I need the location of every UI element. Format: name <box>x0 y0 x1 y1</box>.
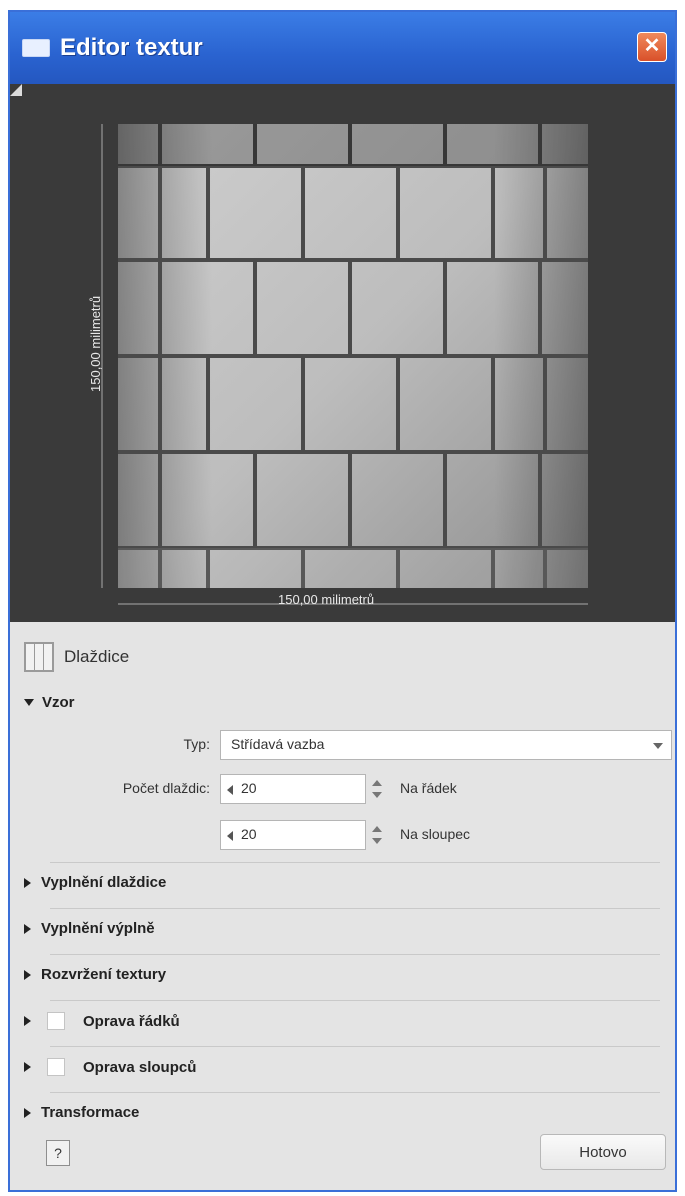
section-label: Oprava řádků <box>83 1012 180 1030</box>
width-dimension-label: 150,00 milimetrů <box>278 592 375 607</box>
type-label: Typ: <box>183 736 210 752</box>
rows-suffix-label: Na řádek <box>400 780 457 796</box>
chevron-down-icon <box>653 743 663 749</box>
collapsed-triangle-icon <box>24 969 31 980</box>
divider <box>50 1092 660 1093</box>
divider <box>50 954 660 955</box>
title-bar[interactable]: Editor textur ✕ <box>10 12 675 84</box>
collapsed-triangle-icon <box>24 923 31 934</box>
cols-count-value: 20 <box>241 826 257 842</box>
panel-title: Dlaždice <box>64 647 130 666</box>
section-label: Oprava sloupců <box>83 1058 197 1076</box>
resize-grip-icon[interactable] <box>10 84 22 96</box>
collapsed-triangle-icon <box>24 877 31 888</box>
section-oprava-sloupcu[interactable]: Oprava sloupců <box>24 1058 196 1076</box>
divider <box>50 1046 660 1047</box>
texture-preview <box>10 84 675 622</box>
spin-down-icon[interactable] <box>372 838 382 844</box>
properties-panel: Dlaždice Vzor Typ: Střídavá vazba Počet … <box>10 622 675 1190</box>
spin-up-icon[interactable] <box>372 780 382 786</box>
section-rozvrzeni-textury[interactable]: Rozvržení textury <box>24 966 166 983</box>
divider <box>50 1000 660 1001</box>
type-select[interactable]: Střídavá vazba <box>220 730 672 760</box>
section-vyplneni-vyplne[interactable]: Vyplnění výplně <box>24 920 155 937</box>
spin-down-icon[interactable] <box>372 792 382 798</box>
app-icon <box>22 39 50 57</box>
rows-spinner[interactable] <box>370 774 384 804</box>
collapsed-triangle-icon <box>24 1016 31 1026</box>
decrement-arrow-icon[interactable] <box>227 785 233 795</box>
height-dimension-label: 150,00 milimetrů <box>88 295 103 392</box>
tile-grid-icon <box>24 642 54 672</box>
section-label: Vyplnění výplně <box>41 920 155 937</box>
brick-texture-image <box>101 124 588 605</box>
collapsed-triangle-icon <box>24 1062 31 1072</box>
close-window-button[interactable]: ✕ <box>637 32 667 62</box>
done-button[interactable]: Hotovo <box>540 1134 666 1170</box>
cols-suffix-label: Na sloupec <box>400 826 471 842</box>
rows-count-value: 20 <box>241 780 257 796</box>
cols-spinner[interactable] <box>370 820 384 850</box>
section-vyplneni-dlazdice[interactable]: Vyplnění dlaždice <box>24 874 166 891</box>
decrement-arrow-icon[interactable] <box>227 831 233 841</box>
column-correction-checkbox[interactable] <box>47 1058 65 1076</box>
type-select-value: Střídavá vazba <box>231 736 325 752</box>
section-oprava-radku[interactable]: Oprava řádků <box>24 1012 180 1030</box>
rows-count-input[interactable]: 20 <box>220 774 366 804</box>
row-correction-checkbox[interactable] <box>47 1012 65 1030</box>
section-label: Transformace <box>41 1104 140 1121</box>
spin-up-icon[interactable] <box>372 826 382 832</box>
section-label: Vzor <box>42 694 75 711</box>
section-label: Vyplnění dlaždice <box>41 874 167 891</box>
divider <box>50 862 660 863</box>
divider <box>50 908 660 909</box>
section-vzor[interactable]: Vzor <box>24 694 75 711</box>
help-button[interactable]: ? <box>46 1140 70 1166</box>
window-title: Editor textur <box>60 34 203 61</box>
texture-editor-window: Editor textur ✕ 150,00 milimetrů 150,00 … <box>8 10 677 1192</box>
section-label: Rozvržení textury <box>41 966 167 983</box>
section-transformace[interactable]: Transformace <box>24 1104 139 1121</box>
collapsed-triangle-icon <box>24 1107 31 1118</box>
cols-count-input[interactable]: 20 <box>220 820 366 850</box>
panel-header: Dlaždice <box>24 642 129 672</box>
expanded-triangle-icon <box>24 699 34 706</box>
tile-count-label: Počet dlaždic: <box>122 780 210 796</box>
